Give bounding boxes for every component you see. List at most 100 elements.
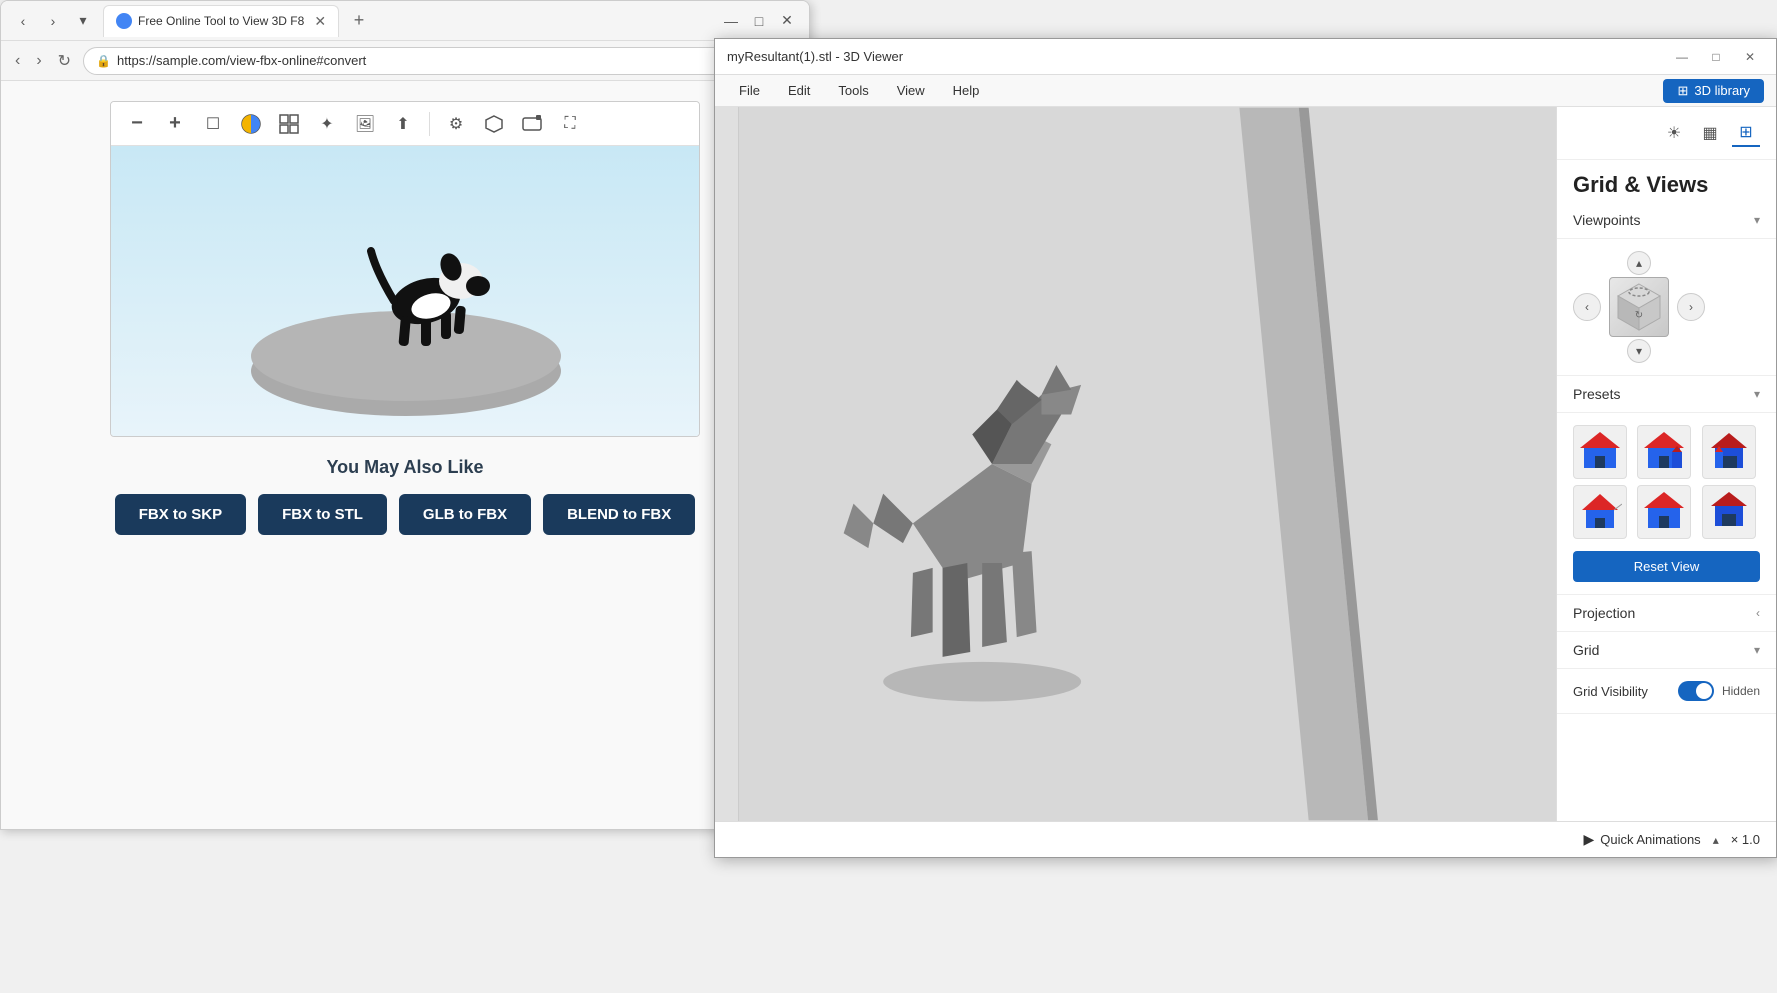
presets-label: Presets: [1573, 386, 1620, 402]
app-minimize-btn[interactable]: —: [1668, 43, 1696, 71]
panel-title-row: Grid & Views: [1557, 160, 1776, 202]
grid-btn[interactable]: [273, 108, 305, 140]
viewpoint-up-btn[interactable]: ▴: [1627, 251, 1651, 275]
app-titlebar: myResultant(1).stl - 3D Viewer — □ ✕: [715, 39, 1776, 75]
menu-file[interactable]: File: [727, 79, 772, 102]
menu-tools[interactable]: Tools: [826, 79, 880, 102]
dog-scene-svg: [216, 151, 596, 431]
grid-section-header[interactable]: Grid ▾: [1557, 632, 1776, 669]
cube-3d[interactable]: ↻: [1609, 277, 1669, 337]
new-tab-btn[interactable]: +: [345, 7, 373, 35]
svg-text:↻: ↻: [1635, 310, 1643, 321]
grid-content: Grid Visibility Hidden: [1557, 669, 1776, 714]
browser-titlebar: ‹ › ▾ Free Online Tool to View 3D F8 ✕ +…: [1, 1, 809, 41]
cube-view-btn[interactable]: [478, 108, 510, 140]
preset-3[interactable]: [1702, 425, 1756, 479]
browser-content: − + ☐ ✦ 🖼 ⬆ ⚙ ⛶: [1, 81, 809, 829]
nav-back-btn[interactable]: ‹: [11, 9, 35, 33]
box-select-btn[interactable]: ☐: [197, 108, 229, 140]
panel-grid2-btn[interactable]: ▦: [1696, 119, 1724, 147]
menu-view[interactable]: View: [885, 79, 937, 102]
fullscreen-btn[interactable]: ⛶: [554, 108, 586, 140]
window-close-btn[interactable]: ✕: [775, 9, 799, 33]
app-close-btn[interactable]: ✕: [1736, 43, 1764, 71]
image-btn[interactable]: 🖼: [349, 108, 381, 140]
presets-content: Reset View: [1557, 413, 1776, 595]
panel-grid-views-btn[interactable]: ⊞: [1732, 119, 1760, 147]
panel-title: Grid & Views: [1573, 172, 1760, 198]
viewpoints-section-header[interactable]: Viewpoints ▾: [1557, 202, 1776, 239]
viewer-app-window: myResultant(1).stl - 3D Viewer — □ ✕ Fil…: [714, 38, 1777, 858]
menu-help[interactable]: Help: [941, 79, 992, 102]
grid-label: Grid: [1573, 642, 1599, 658]
forward-btn[interactable]: ›: [32, 48, 45, 74]
library-btn[interactable]: ⊞ 3D library: [1663, 79, 1764, 103]
app-maximize-btn[interactable]: □: [1702, 43, 1730, 71]
refresh-btn[interactable]: ↻: [54, 47, 75, 75]
lock-icon: 🔒: [96, 54, 111, 68]
preset-2-svg: [1642, 430, 1686, 474]
settings-btn[interactable]: ⚙: [440, 108, 472, 140]
url-text: https://sample.com/view-fbx-online#conve…: [117, 53, 366, 68]
preset-6[interactable]: [1702, 485, 1756, 539]
viewpoint-left-btn[interactable]: ‹: [1573, 293, 1601, 321]
upload-btn[interactable]: ⬆: [387, 108, 419, 140]
projection-section-header[interactable]: Projection ‹: [1557, 595, 1776, 632]
grid-visibility-toggle[interactable]: [1678, 681, 1714, 701]
presets-grid: [1573, 425, 1760, 539]
app-menubar: File Edit Tools View Help ⊞ 3D library: [715, 75, 1776, 107]
grid-toggle-group: Hidden: [1678, 681, 1760, 701]
address-bar[interactable]: 🔒 https://sample.com/view-fbx-online#con…: [83, 47, 799, 75]
viewpoint-right-btn[interactable]: ›: [1677, 293, 1705, 321]
fbx-to-stl-btn[interactable]: FBX to STL: [258, 494, 387, 535]
panel-header: ☀ ▦ ⊞: [1557, 107, 1776, 160]
browser-toolbar: ‹ › ↻ 🔒 https://sample.com/view-fbx-onli…: [1, 41, 809, 81]
tab-close-btn[interactable]: ✕: [314, 13, 326, 30]
window-minimize-btn[interactable]: —: [719, 9, 743, 33]
window-min-max-close: — □ ✕: [719, 9, 799, 33]
preset-4[interactable]: [1573, 485, 1627, 539]
tab-favicon: [116, 13, 132, 29]
window-maximize-btn[interactable]: □: [747, 9, 771, 33]
preset-1[interactable]: [1573, 425, 1627, 479]
panel-sun-btn[interactable]: ☀: [1660, 119, 1688, 147]
viewer-toolbar: − + ☐ ✦ 🖼 ⬆ ⚙ ⛶: [111, 102, 699, 146]
reset-view-btn[interactable]: Reset View: [1573, 551, 1760, 582]
expand-animations-btn[interactable]: ▴: [1713, 833, 1719, 847]
camera-btn[interactable]: [516, 108, 548, 140]
zoom-in-btn[interactable]: +: [159, 108, 191, 140]
quick-animations-label: Quick Animations: [1600, 832, 1700, 847]
preset-4-svg: [1578, 490, 1622, 534]
inline-3d-viewer: − + ☐ ✦ 🖼 ⬆ ⚙ ⛶: [110, 101, 700, 437]
presets-chevron: ▾: [1754, 387, 1760, 401]
quick-animations-btn[interactable]: ▶ Quick Animations: [1583, 831, 1700, 848]
app-viewport[interactable]: [715, 107, 1556, 821]
left-toolbar: [715, 107, 739, 821]
grid-visibility-row: Grid Visibility Hidden: [1573, 681, 1760, 701]
preset-3-svg: [1707, 430, 1751, 474]
preset-6-svg: [1707, 490, 1751, 534]
app-body: ☀ ▦ ⊞ Grid & Views Viewpoints ▾ ‹ ▴: [715, 107, 1776, 821]
preset-5[interactable]: [1637, 485, 1691, 539]
blend-to-fbx-btn[interactable]: BLEND to FBX: [543, 494, 695, 535]
glb-to-fbx-btn[interactable]: GLB to FBX: [399, 494, 531, 535]
right-panel: ☀ ▦ ⊞ Grid & Views Viewpoints ▾ ‹ ▴: [1556, 107, 1776, 821]
library-label: 3D library: [1694, 83, 1750, 98]
viewpoints-label: Viewpoints: [1573, 212, 1640, 228]
viewpoints-chevron: ▾: [1754, 213, 1760, 227]
color-btn[interactable]: [235, 108, 267, 140]
back-btn[interactable]: ‹: [11, 48, 24, 74]
fbx-to-skp-btn[interactable]: FBX to SKP: [115, 494, 246, 535]
app-bottombar: ▶ Quick Animations ▴ × 1.0: [715, 821, 1776, 857]
nav-forward-btn[interactable]: ›: [41, 9, 65, 33]
nav-dropdown-btn[interactable]: ▾: [71, 9, 95, 33]
viewpoint-down-btn[interactable]: ▾: [1627, 339, 1651, 363]
presets-section-header[interactable]: Presets ▾: [1557, 376, 1776, 413]
browser-tab-active[interactable]: Free Online Tool to View 3D F8 ✕: [103, 5, 339, 37]
preset-2[interactable]: [1637, 425, 1691, 479]
zoom-out-btn[interactable]: −: [121, 108, 153, 140]
window-controls: ‹ › ▾: [11, 9, 95, 33]
menu-edit[interactable]: Edit: [776, 79, 822, 102]
viewer-canvas[interactable]: [111, 146, 700, 436]
brightness-btn[interactable]: ✦: [311, 108, 343, 140]
